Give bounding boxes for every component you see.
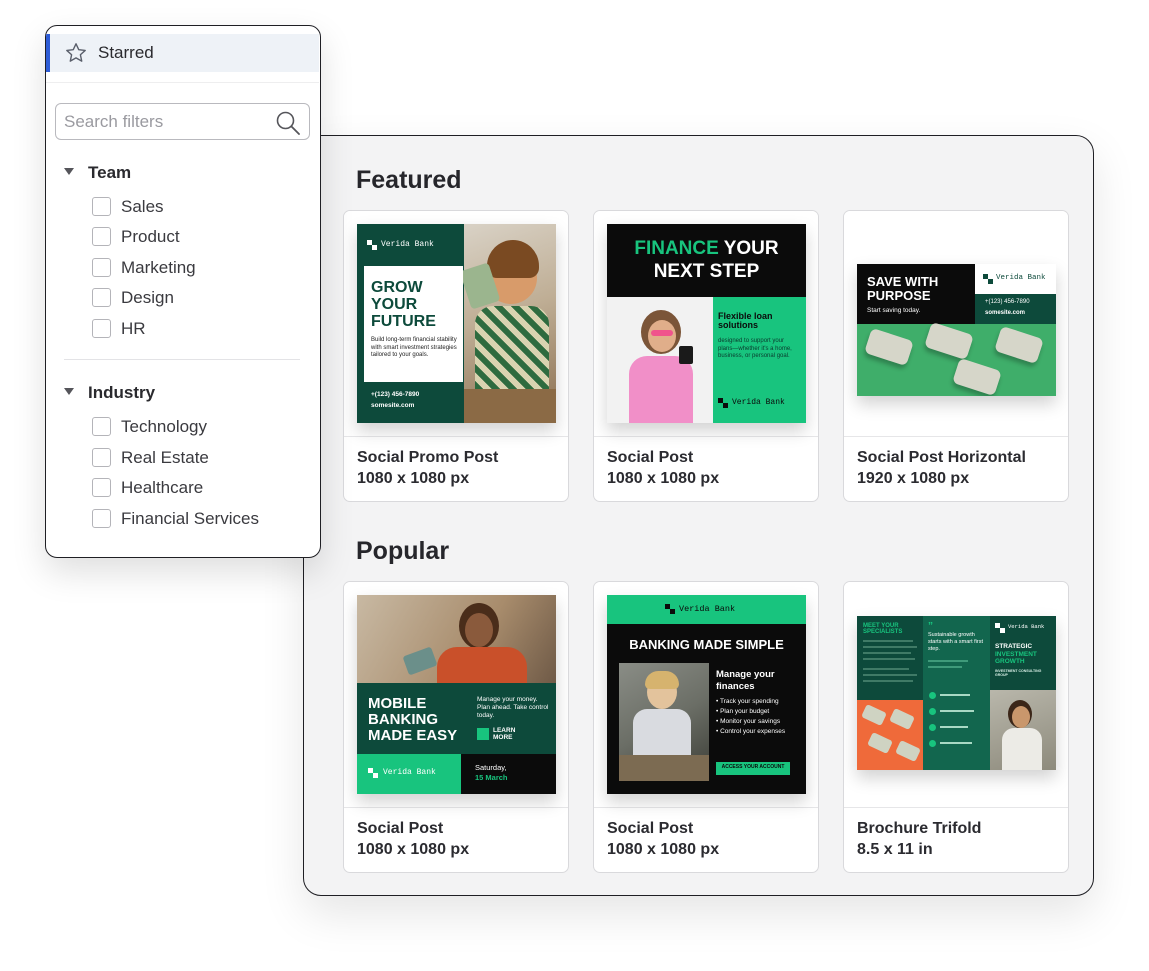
template-card-social-promo-post[interactable]: Verida Bank GROW YOUR FUTURE Build long-… <box>343 210 569 502</box>
template-card-social-post[interactable]: Verida Bank BANKING MADE SIMPLE Manage y… <box>593 581 819 873</box>
template-card-brochure-trifold[interactable]: MEET YOUR SPECIALISTS ” Sustainable grow… <box>843 581 1069 873</box>
template-name: Brochure Trifold <box>857 820 982 837</box>
template-size: 1080 x 1080 px <box>607 841 720 858</box>
template-size: 1080 x 1080 px <box>357 470 470 487</box>
starred-filter[interactable]: Starred <box>46 34 319 72</box>
thumbnail-subheadline: Flexible loan solutions <box>718 311 773 331</box>
brand-name: Verida Bank <box>996 274 1046 282</box>
template-thumbnail: Verida Bank GROW YOUR FUTURE Build long-… <box>344 211 568 437</box>
filter-group-label: Team <box>88 163 132 182</box>
template-card-social-post[interactable]: MOBILE BANKING MADE EASY Manage your mon… <box>343 581 569 873</box>
thumbnail-headline-accent: INVESTMENT GROWTH <box>995 651 1037 665</box>
template-name: Social Post <box>607 449 694 466</box>
thumbnail-banking-made-simple: Verida Bank BANKING MADE SIMPLE Manage y… <box>607 595 806 794</box>
thumbnail-site: somesite.com <box>985 310 1026 316</box>
brand-logo-icon <box>995 623 1005 633</box>
thumbnail-bullet: • Plan your budget <box>716 708 770 715</box>
template-name: Social Promo Post <box>357 449 499 466</box>
thumbnail-headline: MEET YOUR SPECIALISTS <box>863 623 903 636</box>
star-icon <box>66 43 86 62</box>
thumbnail-subheadline: Start saving today. <box>867 307 921 314</box>
section-title-featured: Featured <box>356 166 462 194</box>
thumbnail-headline: GROW YOUR FUTURE <box>371 279 436 330</box>
search-icon[interactable] <box>275 110 301 136</box>
filter-group-industry[interactable]: Industry <box>64 383 155 403</box>
template-name: Social Post <box>607 820 694 837</box>
thumbnail-headline: MOBILE BANKING MADE EASY <box>368 695 458 744</box>
brand-name: Verida Bank <box>1008 623 1045 630</box>
thumbnail-body: Manage your money. Plan ahead. Take cont… <box>477 696 549 720</box>
thumbnail-headline: SAVE WITH PURPOSE <box>867 274 939 303</box>
filter-group-team[interactable]: Team <box>64 163 131 183</box>
brand-logo-icon <box>367 240 377 250</box>
thumbnail-date: 15 March <box>475 773 508 782</box>
brand-name: Verida Bank <box>383 768 436 777</box>
template-thumbnail: SAVE WITH PURPOSE Start saving today. Ve… <box>844 211 1068 437</box>
divider <box>64 359 300 360</box>
thumbnail-group: INVESTMENT CONSULTING GROUP <box>995 669 1042 677</box>
checkbox[interactable] <box>92 227 111 246</box>
brand-name: Verida Bank <box>381 240 434 249</box>
thumbnail-site: somesite.com <box>371 402 415 409</box>
section-title-popular: Popular <box>356 537 450 565</box>
brand-logo-icon <box>665 604 675 614</box>
filter-group-label: Industry <box>88 383 156 402</box>
thumbnail-mobile-banking: MOBILE BANKING MADE EASY Manage your mon… <box>357 595 556 794</box>
search-input[interactable] <box>64 110 264 134</box>
thumbnail-phone: +(123) 456-7890 <box>371 391 420 398</box>
brand-name: Verida Bank <box>732 398 785 407</box>
template-size: 1920 x 1080 px <box>857 470 970 487</box>
template-thumbnail: MOBILE BANKING MADE EASY Manage your mon… <box>344 582 568 808</box>
template-size: 1080 x 1080 px <box>357 841 470 858</box>
brand-logo-icon <box>983 274 993 284</box>
checkbox[interactable] <box>92 448 111 467</box>
thumbnail-headline: STRATEGIC <box>995 643 1033 650</box>
thumbnail-headline-accent: FINANCE <box>634 238 719 259</box>
thumbnail-body: designed to support your plans—whether i… <box>718 338 792 359</box>
thumbnail-save-with-purpose: SAVE WITH PURPOSE Start saving today. Ve… <box>857 264 1056 396</box>
template-size: 8.5 x 11 in <box>857 841 933 858</box>
template-thumbnail: Verida Bank BANKING MADE SIMPLE Manage y… <box>594 582 818 808</box>
thumbnail-headline-line2: NEXT STEP <box>653 261 760 282</box>
checkbox[interactable] <box>92 478 111 497</box>
thumbnail-bullet: • Monitor your savings <box>716 718 781 725</box>
brand-logo-icon <box>718 398 728 408</box>
thumbnail-finance-your-next-step: FINANCE YOUR NEXT STEP Flexible loan sol… <box>607 224 806 423</box>
thumbnail-bullet: • Track your spending <box>716 698 779 705</box>
thumbnail-body: Build long-term financial stability with… <box>371 337 457 358</box>
caret-down-icon <box>64 168 74 176</box>
template-name: Social Post <box>357 820 444 837</box>
thumbnail-bullet: • Control your expenses <box>716 728 786 735</box>
checkbox[interactable] <box>92 509 111 528</box>
caret-down-icon <box>64 388 74 396</box>
thumbnail-brochure-trifold: MEET YOUR SPECIALISTS ” Sustainable grow… <box>857 616 1056 770</box>
template-card-social-post[interactable]: FINANCE YOUR NEXT STEP Flexible loan sol… <box>593 210 819 502</box>
checkbox[interactable] <box>92 197 111 216</box>
thumbnail-quote: Sustainable growth starts with a smart f… <box>928 632 984 652</box>
thumbnail-date-line: Saturday, <box>475 763 507 772</box>
thumbnail-headline: BANKING MADE SIMPLE <box>629 637 784 652</box>
brand-name: Verida Bank <box>679 604 736 614</box>
thumbnail-headline: YOUR <box>723 238 779 259</box>
filter-panel: Starred Team Sales Product Marketing Des… <box>45 25 321 558</box>
checkbox[interactable] <box>92 258 111 277</box>
thumbnail-cta: ACCESS YOUR ACCOUNT <box>721 764 785 770</box>
thumbnail-grow-your-future: Verida Bank GROW YOUR FUTURE Build long-… <box>357 224 556 423</box>
brand-logo-icon <box>368 768 378 778</box>
thumbnail-phone: +(123) 456-7890 <box>985 299 1030 305</box>
checkbox[interactable] <box>92 288 111 307</box>
thumbnail-cta: LEARN MORE <box>493 727 516 741</box>
thumbnail-subheadline: Manage your finances <box>716 669 775 692</box>
divider <box>46 82 319 83</box>
template-thumbnail: FINANCE YOUR NEXT STEP Flexible loan sol… <box>594 211 818 437</box>
starred-label: Starred <box>98 43 154 62</box>
checkbox[interactable] <box>92 319 111 338</box>
template-card-social-post-horizontal[interactable]: SAVE WITH PURPOSE Start saving today. Ve… <box>843 210 1069 502</box>
template-name: Social Post Horizontal <box>857 449 1026 466</box>
template-size: 1080 x 1080 px <box>607 470 720 487</box>
template-gallery: Featured Verida Bank GROW YOUR FUTURE Bu… <box>303 135 1094 896</box>
checkbox[interactable] <box>92 417 111 436</box>
template-thumbnail: MEET YOUR SPECIALISTS ” Sustainable grow… <box>844 582 1068 808</box>
search-filters-field[interactable] <box>55 103 310 140</box>
